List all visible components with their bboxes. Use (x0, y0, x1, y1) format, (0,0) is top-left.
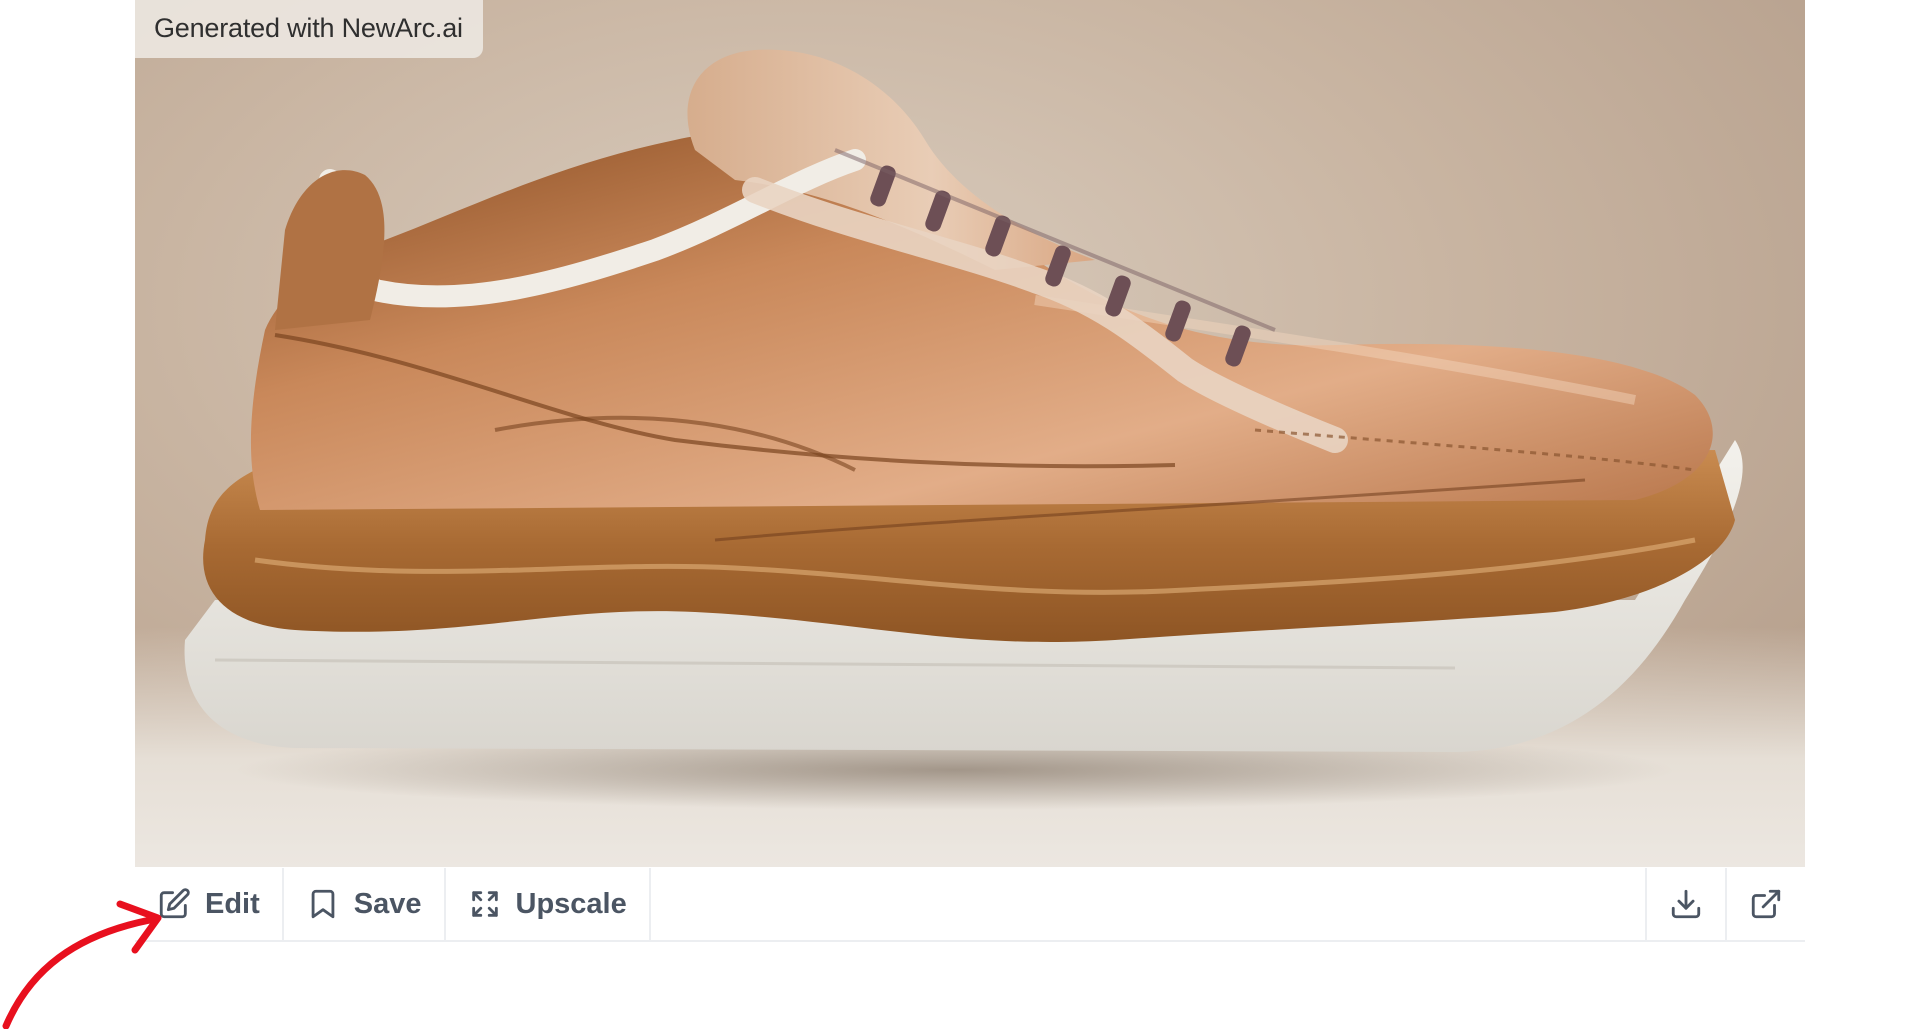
bookmark-icon (311, 889, 335, 919)
save-label: Save (353, 887, 422, 920)
download-button[interactable] (1645, 868, 1725, 940)
edit-label: Edit (205, 887, 260, 920)
external-link-icon (1751, 889, 1781, 919)
expand-icon (471, 891, 498, 917)
upscale-button[interactable]: Upscale (446, 868, 651, 940)
watermark-label: Generated with NewArc.ai (135, 0, 483, 58)
image-toolbar: Edit Save Upscale (135, 868, 1805, 942)
save-button[interactable]: Save (284, 868, 446, 940)
download-icon (1671, 889, 1701, 919)
generated-image[interactable]: Generated with NewArc.ai (135, 0, 1805, 867)
annotation-arrow (2, 900, 162, 1029)
open-external-button[interactable] (1725, 868, 1805, 940)
page: Generated with NewArc.ai Edit Save Upsca… (0, 0, 1920, 1029)
upscale-label: Upscale (515, 887, 627, 920)
shoe-illustration (184, 49, 1743, 810)
